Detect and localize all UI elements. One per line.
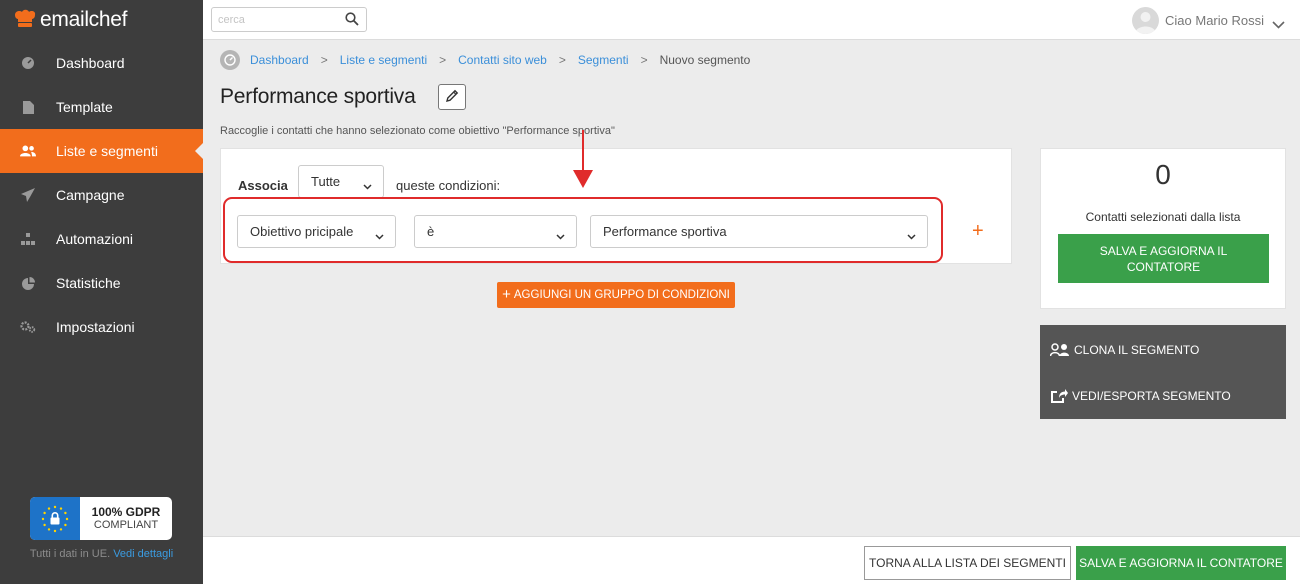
associa-label: Associa: [238, 178, 288, 193]
counter-panel: 0 Contatti selezionati dalla lista SALVA…: [1040, 148, 1286, 309]
sidebar-item-impostazioni[interactable]: Impostazioni: [0, 305, 203, 349]
logo-text: emailchef: [40, 8, 128, 31]
avatar: [1132, 7, 1160, 34]
breadcrumb-liste-e-segmenti[interactable]: Liste e segmenti: [340, 53, 427, 67]
footer-save-update-counter-button[interactable]: SALVA E AGGIORNA IL CONTATORE: [1076, 546, 1286, 580]
gdpr-details-link[interactable]: Vedi dettagli: [113, 548, 173, 560]
add-group-label: AGGIUNGI UN GRUPPO DI CONDIZIONI: [513, 289, 730, 301]
chevron-down-icon: [1272, 17, 1285, 29]
save-update-counter-button[interactable]: SALVA E AGGIORNA IL CONTATORE: [1058, 234, 1269, 283]
condition-highlight-box: [223, 197, 943, 263]
sidebar-item-dashboard[interactable]: Dashboard: [0, 41, 203, 85]
gdpr-line1: 100% GDPR: [91, 504, 161, 519]
sidebar-item-statistiche[interactable]: Statistiche: [0, 261, 203, 305]
counter-value: 0: [1155, 159, 1171, 190]
gdpr-note-text: Tutti i dati in UE.: [29, 548, 111, 560]
sidebar-item-automazioni[interactable]: Automazioni: [0, 217, 203, 261]
topbar: Ciao Mario Rossi: [203, 0, 1300, 40]
share-icon: [1051, 389, 1068, 403]
search-input[interactable]: [212, 8, 342, 31]
breadcrumb-current: Nuovo segmento: [659, 53, 751, 67]
sidebar-item-label: Statistiche: [56, 275, 121, 291]
pencil-icon: [445, 89, 459, 106]
breadcrumb: Dashboard > Liste e segmenti > Contatti …: [220, 50, 750, 70]
paper-plane-icon: [20, 187, 36, 203]
match-type-value: Tutte: [311, 174, 341, 189]
sidebar-item-label: Dashboard: [56, 55, 125, 71]
gdpr-line2: COMPLIANT: [93, 518, 159, 531]
sidebar-nav: Dashboard Template Liste e segmenti Camp…: [0, 41, 203, 349]
back-to-segments-button[interactable]: TORNA ALLA LISTA DEI SEGMENTI: [864, 546, 1071, 580]
segment-actions-panel: CLONA IL SEGMENTO VEDI/ESPORTA SEGMENTO: [1040, 325, 1286, 419]
chevron-right-icon: >: [320, 53, 328, 67]
sidebar-item-liste-e-segmenti[interactable]: Liste e segmenti: [0, 129, 203, 173]
sidebar-item-label: Impostazioni: [56, 319, 135, 335]
search-icon[interactable]: [345, 12, 360, 27]
users-icon: [1050, 343, 1069, 357]
dashboard-icon[interactable]: [220, 50, 240, 70]
breadcrumb-contatti-sito-web[interactable]: Contatti sito web: [458, 53, 547, 67]
eu-lock-icon: [30, 497, 80, 540]
gdpr-note: Tutti i dati in UE. Vedi dettagli: [0, 548, 203, 560]
page-title: Performance sportiva: [220, 85, 416, 108]
sidebar-item-label: Liste e segmenti: [56, 143, 158, 159]
user-menu[interactable]: Ciao Mario Rossi: [1132, 7, 1285, 34]
view-export-segment-label: VEDI/ESPORTA SEGMENTO: [1072, 389, 1231, 403]
clone-segment-label: CLONA IL SEGMENTO: [1074, 343, 1200, 357]
sidebar-item-label: Campagne: [56, 187, 125, 203]
sidebar-item-campagne[interactable]: Campagne: [0, 173, 203, 217]
chef-hat-icon: [12, 9, 38, 31]
user-greeting: Ciao Mario Rossi: [1165, 13, 1264, 28]
template-icon: [20, 99, 36, 115]
sidebar-item-label: Template: [56, 99, 113, 115]
breadcrumb-segmenti[interactable]: Segmenti: [578, 53, 629, 67]
gdpr-badge: 100% GDPR COMPLIANT: [30, 497, 172, 540]
clone-segment-button[interactable]: CLONA IL SEGMENTO: [1050, 340, 1199, 360]
chevron-down-icon: [363, 178, 372, 190]
users-icon: [20, 143, 36, 159]
add-condition-icon[interactable]: +: [972, 221, 984, 241]
automation-icon: [20, 231, 36, 247]
match-type-select[interactable]: Tutte: [298, 165, 384, 198]
sidebar-item-template[interactable]: Template: [0, 85, 203, 129]
sidebar-item-label: Automazioni: [56, 231, 134, 247]
dashboard-icon: [20, 55, 36, 71]
pie-chart-icon: [20, 275, 36, 291]
plus-icon: +: [502, 286, 511, 303]
gears-icon: [20, 319, 36, 335]
red-arrow-annotation: [573, 130, 593, 188]
page-subtitle: Raccoglie i contatti che hanno seleziona…: [220, 125, 615, 137]
conditions-suffix: queste condizioni:: [396, 178, 501, 193]
chevron-right-icon: >: [640, 53, 648, 67]
breadcrumb-dashboard[interactable]: Dashboard: [250, 53, 309, 67]
view-export-segment-button[interactable]: VEDI/ESPORTA SEGMENTO: [1050, 386, 1231, 406]
edit-title-button[interactable]: [438, 84, 466, 110]
logo[interactable]: emailchef: [0, 0, 203, 40]
sidebar: emailchef Dashboard Template Liste e seg…: [0, 0, 203, 584]
footer-bar: TORNA ALLA LISTA DEI SEGMENTI SALVA E AG…: [203, 536, 1300, 584]
add-condition-group-button[interactable]: + AGGIUNGI UN GRUPPO DI CONDIZIONI: [497, 282, 735, 308]
search-box: [211, 7, 367, 32]
chevron-right-icon: >: [439, 53, 447, 67]
counter-label: Contatti selezionati dalla lista: [1085, 210, 1241, 224]
chevron-right-icon: >: [558, 53, 566, 67]
